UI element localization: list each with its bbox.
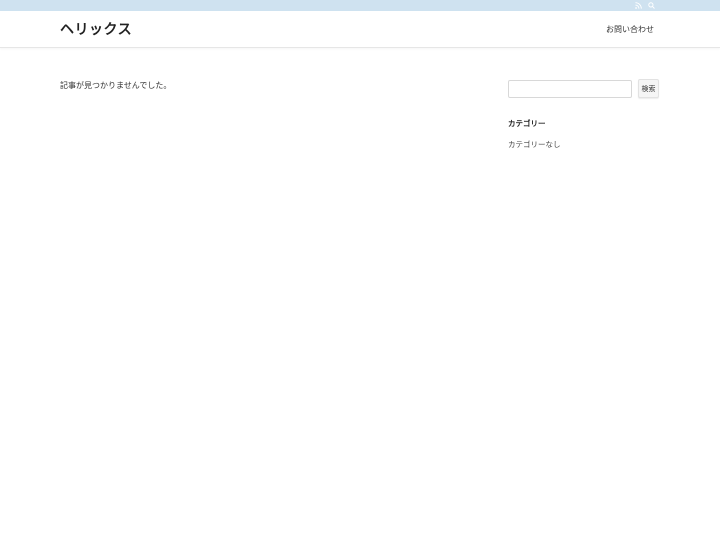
site-title[interactable]: ヘリックス — [60, 19, 132, 39]
categories-empty-label: カテゴリーなし — [508, 140, 561, 149]
no-posts-message: 記事が見つかりませんでした。 — [60, 81, 172, 90]
categories-widget-title: カテゴリー — [508, 119, 546, 128]
nav-contact-link[interactable]: お問い合わせ — [606, 24, 654, 35]
search-form: 検索 — [508, 79, 660, 98]
topbar-icons — [634, 0, 656, 11]
main-content: 記事が見つかりませんでした。 — [60, 80, 171, 91]
rss-icon[interactable] — [634, 1, 643, 10]
sidebar: 検索 カテゴリー カテゴリーなし — [508, 79, 660, 150]
top-bar — [0, 0, 720, 11]
search-icon[interactable] — [647, 1, 656, 10]
search-button[interactable]: 検索 — [638, 79, 659, 98]
site-header: ヘリックス お問い合わせ — [0, 11, 720, 48]
search-input[interactable] — [508, 79, 632, 98]
